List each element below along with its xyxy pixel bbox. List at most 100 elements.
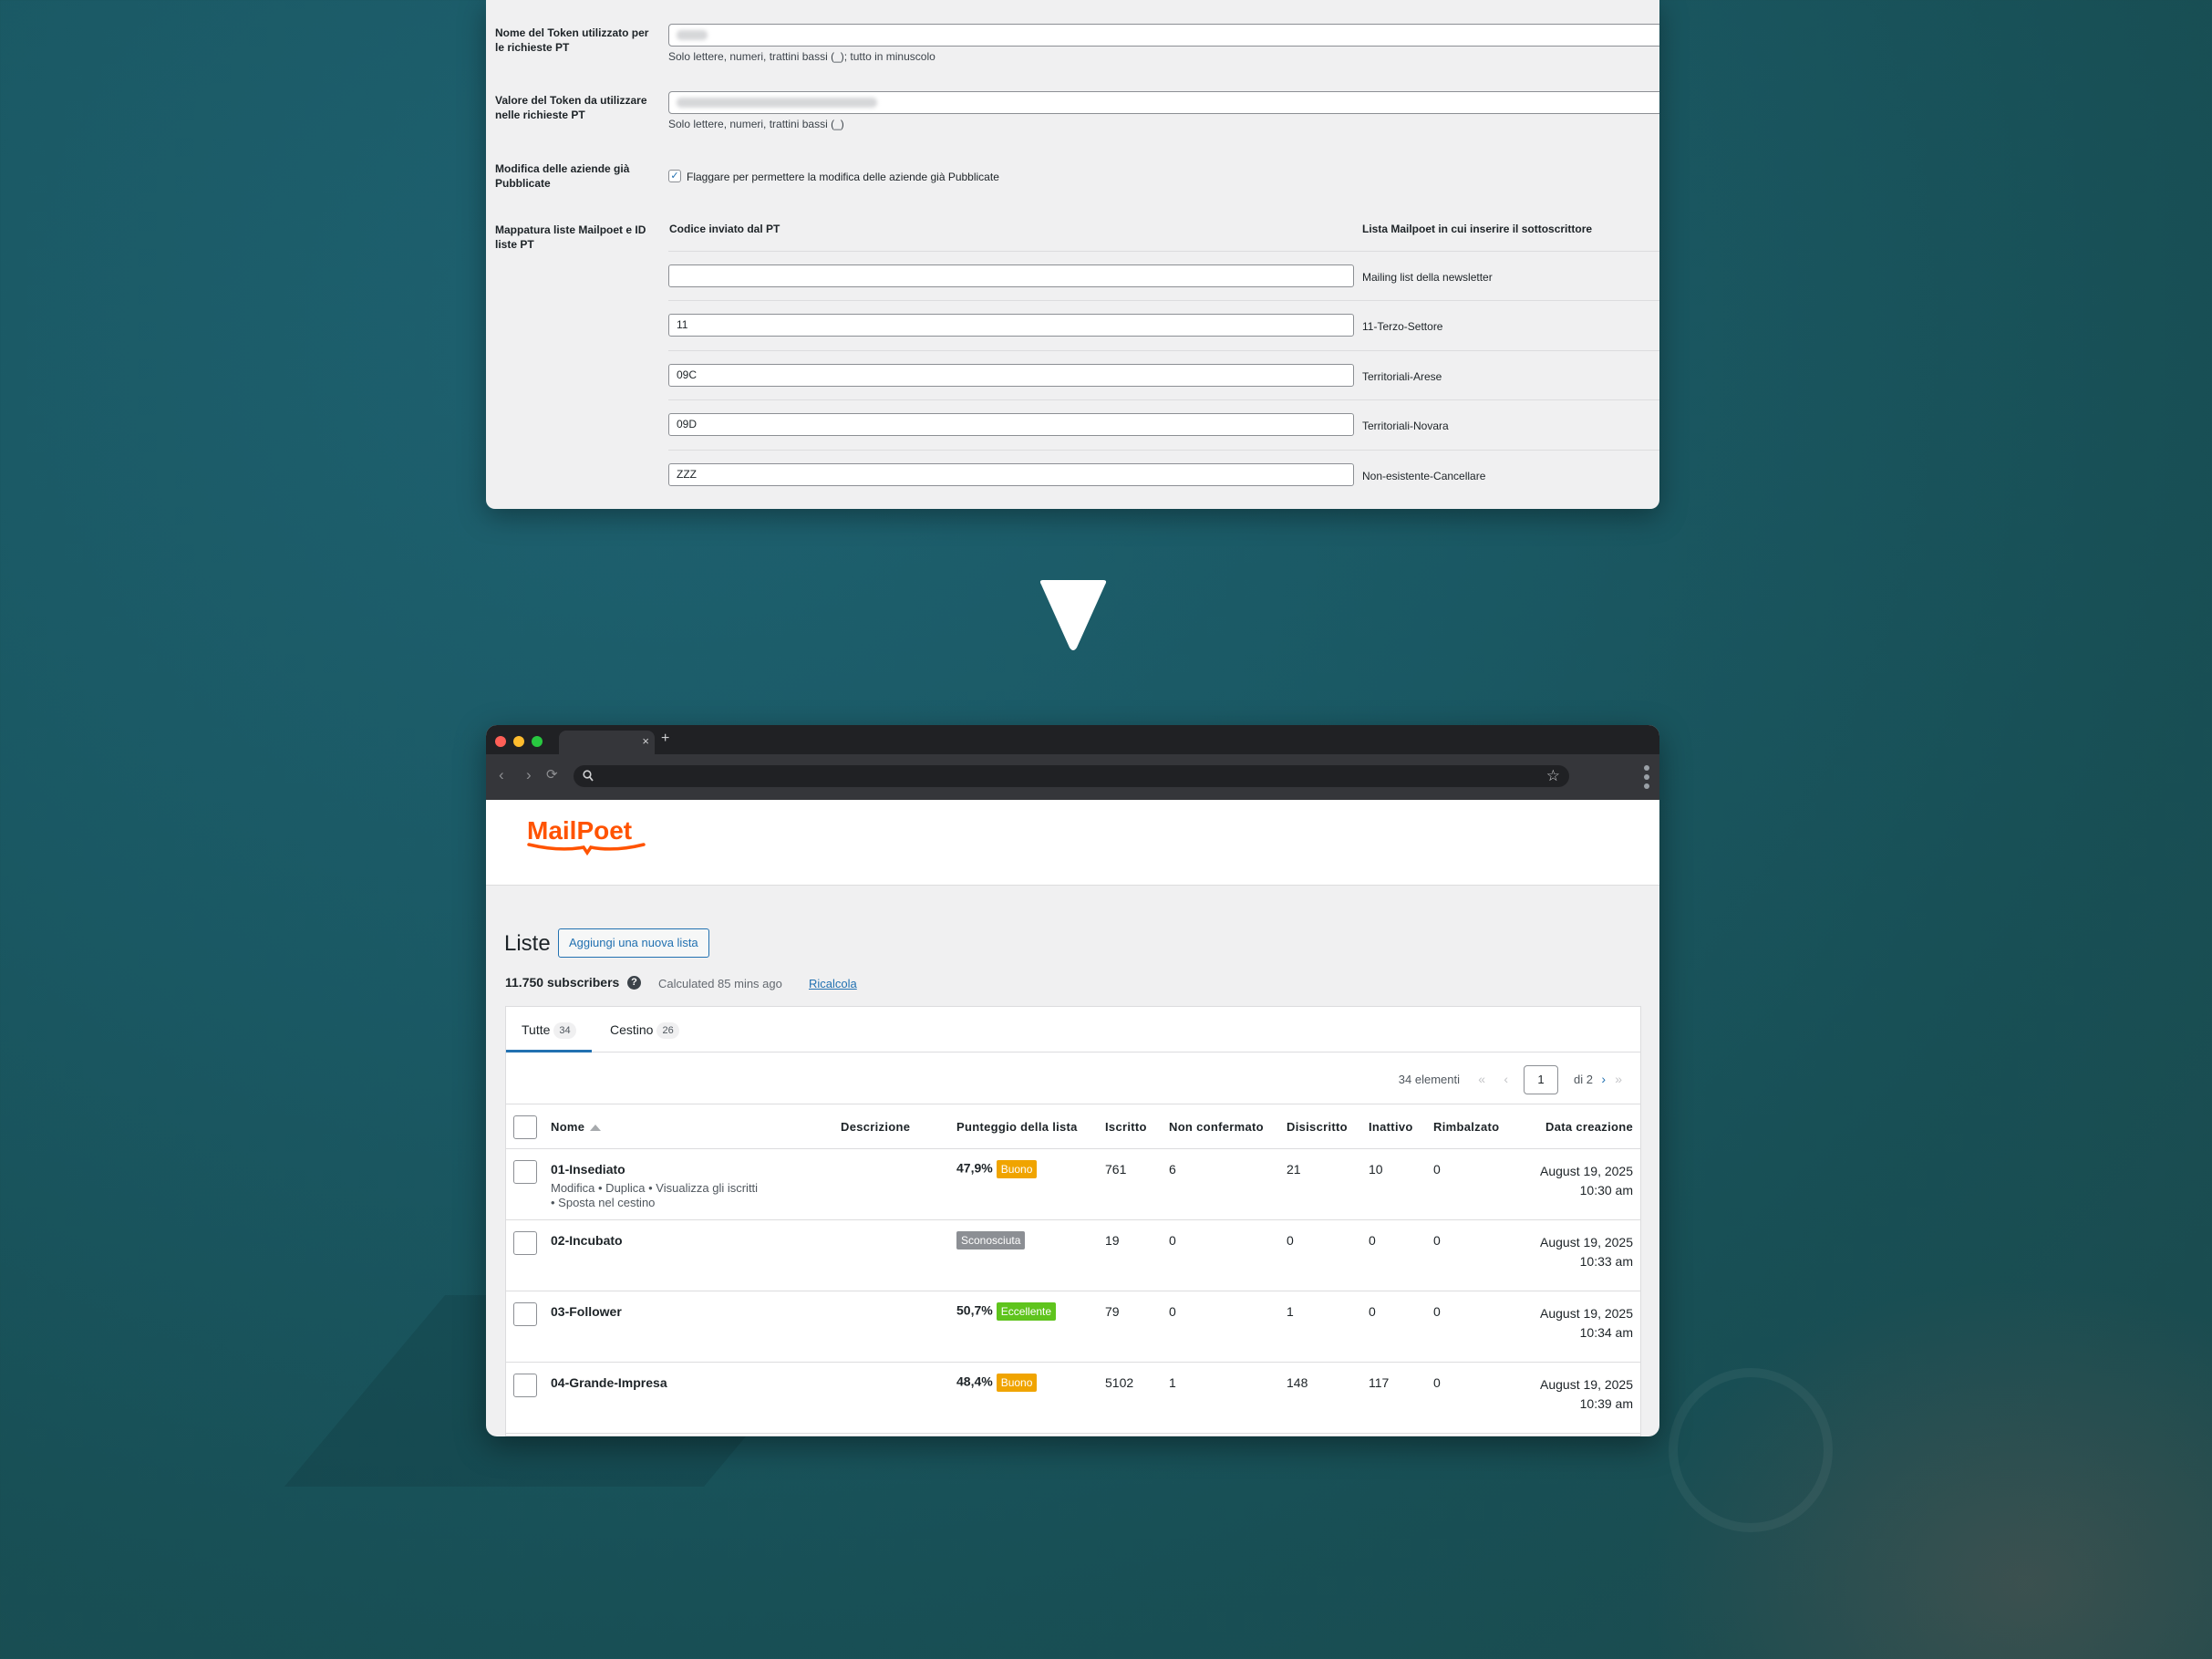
mapping-list-name: Territoriali-Arese xyxy=(1362,370,1442,383)
subscribed-count: 19 xyxy=(1105,1233,1120,1248)
mapping-list-name: Non-esistente-Cancellare xyxy=(1362,470,1486,482)
browser-tab[interactable]: × xyxy=(559,731,655,754)
list-name-link[interactable]: 03-Follower xyxy=(551,1304,622,1319)
token-name-help: Solo lettere, numeri, trattini bassi (_)… xyxy=(668,50,935,63)
created-date-time: 10:39 am xyxy=(1579,1396,1633,1411)
mapping-entry: 11 11-Terzo-Settore xyxy=(668,300,1659,349)
token-name-input[interactable] xyxy=(668,24,1659,47)
tab-all[interactable]: Tutte 34 xyxy=(506,1007,592,1052)
col-name-label: Nome xyxy=(551,1120,585,1134)
last-page-icon[interactable]: » xyxy=(1615,1071,1622,1087)
created-date: August 19, 2025 10:33 am xyxy=(1540,1233,1633,1271)
token-name-label: Nome del Token utilizzato per le richies… xyxy=(495,26,659,55)
token-value-input[interactable] xyxy=(668,91,1659,114)
close-window-button[interactable] xyxy=(495,736,506,747)
unconfirmed-count: 1 xyxy=(1169,1375,1176,1390)
maximize-window-button[interactable] xyxy=(532,736,543,747)
first-page-icon[interactable]: « xyxy=(1478,1071,1485,1087)
tab-all-count: 34 xyxy=(553,1022,576,1040)
list-name-link[interactable]: 01-Insediato xyxy=(551,1162,625,1177)
token-name-label-line1: Nome del Token utilizzato per xyxy=(495,26,649,39)
list-score: 48,4% Buono xyxy=(956,1374,1038,1392)
table-row: 01-Insediato Modifica • Duplica • Visual… xyxy=(506,1149,1640,1220)
current-page-input[interactable]: 1 xyxy=(1524,1065,1558,1094)
col-score: Punteggio della lista xyxy=(956,1120,1078,1134)
token-value-label: Valore del Token da utilizzare nelle ric… xyxy=(495,93,659,122)
tab-trash-count: 26 xyxy=(656,1022,679,1040)
bookmark-star-icon[interactable]: ☆ xyxy=(1546,767,1560,785)
col-inactive: Inattivo xyxy=(1369,1120,1413,1134)
col-name[interactable]: Nome xyxy=(551,1120,602,1134)
score-badge: Eccellente xyxy=(996,1302,1057,1321)
mailpoet-header: MailPoet xyxy=(486,800,1659,886)
list-score: 50,7% Eccellente xyxy=(956,1302,1057,1321)
mapping-list-name: Territoriali-Novara xyxy=(1362,420,1449,432)
row-checkbox[interactable] xyxy=(513,1302,537,1326)
prev-page-icon[interactable]: ‹ xyxy=(1504,1071,1508,1087)
mapping-label: Mappatura liste Mailpoet e ID liste PT xyxy=(495,223,659,252)
items-count: 34 elementi xyxy=(1398,1073,1460,1086)
table-row: 03-Follower 50,7% Eccellente 79 0 1 0 0 A… xyxy=(506,1291,1640,1363)
recalculate-link[interactable]: Ricalcola xyxy=(809,977,857,990)
settings-panel: Nome del Token utilizzato per le richies… xyxy=(486,0,1659,509)
table-header: Nome Descrizione Punteggio della lista I… xyxy=(506,1104,1640,1149)
pagination: 34 elementi « ‹ 1 di 2 › » xyxy=(1349,1065,1622,1094)
select-all-checkbox[interactable] xyxy=(513,1115,537,1139)
col-subscribed: Iscritto xyxy=(1105,1120,1147,1134)
mailpoet-logo: MailPoet xyxy=(527,816,646,856)
modify-companies-label-line1: Modifica delle aziende già xyxy=(495,162,630,175)
mapping-entry: 09C Territoriali-Arese xyxy=(668,350,1659,399)
mapping-col-list: Lista Mailpoet in cui inserire il sottos… xyxy=(1362,223,1593,235)
mapping-entry: ZZZ Non-esistente-Cancellare xyxy=(668,450,1659,499)
row-actions-line1[interactable]: Modifica • Duplica • Visualizza gli iscr… xyxy=(551,1181,758,1196)
created-date-day: August 19, 2025 xyxy=(1540,1306,1633,1321)
help-icon[interactable]: ? xyxy=(627,976,641,990)
bounced-count: 0 xyxy=(1433,1162,1441,1177)
back-icon[interactable]: ‹ xyxy=(499,767,504,783)
mapping-code-input[interactable]: ZZZ xyxy=(668,463,1354,486)
address-bar[interactable]: ☆ xyxy=(574,765,1569,787)
browser-tab-bar: × + xyxy=(486,725,1659,754)
col-bounced: Rimbalzato xyxy=(1433,1120,1500,1134)
modify-companies-checkbox[interactable]: ✓ xyxy=(668,170,681,182)
mapping-code-input[interactable] xyxy=(668,264,1354,287)
calculated-time: Calculated 85 mins ago xyxy=(658,977,782,990)
down-arrow-icon xyxy=(1039,580,1107,650)
next-page-icon[interactable]: › xyxy=(1601,1071,1606,1087)
token-value-help: Solo lettere, numeri, trattini bassi (_) xyxy=(668,118,844,130)
row-actions-line2[interactable]: • Sposta nel cestino xyxy=(551,1196,758,1210)
tab-all-label: Tutte xyxy=(522,1022,551,1037)
row-actions[interactable]: Modifica • Duplica • Visualizza gli iscr… xyxy=(551,1181,758,1210)
list-filter-tabs: Tutte 34 Cestino 26 xyxy=(506,1007,1640,1052)
mapping-code-input[interactable]: 11 xyxy=(668,314,1354,337)
modify-companies-label-line2: Pubblicate xyxy=(495,177,551,190)
add-new-list-button[interactable]: Aggiungi una nuova lista xyxy=(558,928,709,958)
tab-trash[interactable]: Cestino 26 xyxy=(594,1007,695,1052)
mapping-code-input[interactable]: 09C xyxy=(668,364,1354,387)
search-icon xyxy=(583,770,594,782)
close-tab-icon[interactable]: × xyxy=(642,734,649,749)
inactive-count: 0 xyxy=(1369,1233,1376,1248)
forward-icon[interactable]: › xyxy=(526,767,532,783)
unsubscribed-count: 21 xyxy=(1287,1162,1301,1177)
browser-toolbar: ‹ › ⟳ ☆ xyxy=(486,754,1659,800)
total-pages: di 2 xyxy=(1574,1073,1593,1086)
browser-menu-icon[interactable] xyxy=(1643,765,1650,791)
col-unconfirmed: Non confermato xyxy=(1169,1120,1264,1134)
subscribed-count: 5102 xyxy=(1105,1375,1134,1390)
mapping-label-line2: liste PT xyxy=(495,238,534,251)
bounced-count: 0 xyxy=(1433,1304,1441,1319)
reload-icon[interactable]: ⟳ xyxy=(546,767,558,783)
unconfirmed-count: 0 xyxy=(1169,1304,1176,1319)
list-name-link[interactable]: 04-Grande-Impresa xyxy=(551,1375,667,1390)
mapping-code-input[interactable]: 09D xyxy=(668,413,1354,436)
score-value: 47,9% xyxy=(956,1160,993,1176)
row-checkbox[interactable] xyxy=(513,1374,537,1397)
created-date-time: 10:30 am xyxy=(1579,1183,1633,1198)
row-checkbox[interactable] xyxy=(513,1231,537,1255)
new-tab-icon[interactable]: + xyxy=(661,731,669,746)
row-checkbox[interactable] xyxy=(513,1160,537,1184)
list-name-link[interactable]: 02-Incubato xyxy=(551,1233,623,1248)
minimize-window-button[interactable] xyxy=(513,736,524,747)
unsubscribed-count: 148 xyxy=(1287,1375,1308,1390)
